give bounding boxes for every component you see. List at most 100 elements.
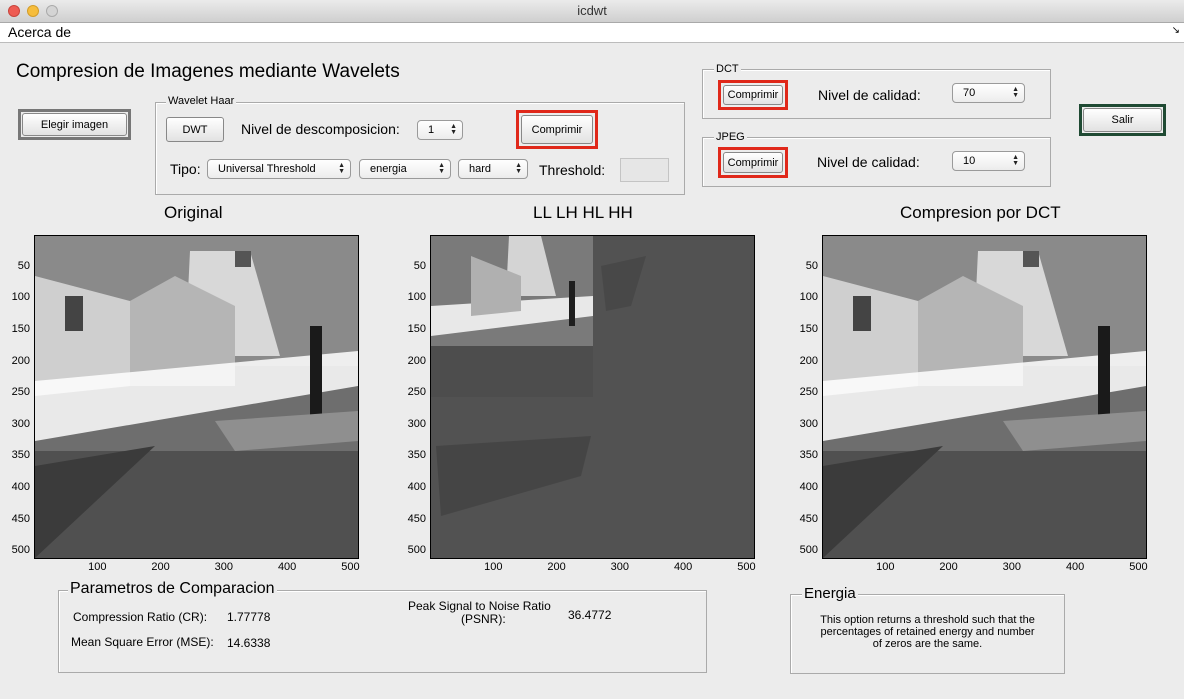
y-tick-label: 150	[407, 322, 426, 335]
salir-button[interactable]: Salir	[1083, 108, 1162, 132]
updown-arrows-icon: ▲ ▼	[450, 123, 457, 136]
y-tick-label: 150	[11, 322, 30, 335]
wavelet-panel-title: Wavelet Haar	[166, 95, 237, 107]
dct-comprimir-button[interactable]: Comprimir	[723, 85, 783, 105]
x-tick-label: 200	[939, 561, 958, 573]
y-tick-label: 50	[413, 259, 426, 272]
x-tick-label: 100	[88, 561, 107, 573]
updown-arrows-icon: ▲ ▼	[1012, 86, 1019, 99]
updown-arrows-icon: ▲ ▼	[338, 162, 345, 175]
y-tick-label: 100	[407, 291, 426, 304]
wavelet-comprimir-frame: Comprimir	[516, 110, 598, 149]
nivel-descomposicion-value: 1	[428, 124, 435, 136]
jpeg-calidad-select[interactable]: 10 ▲ ▼	[952, 151, 1025, 171]
y-tick-label: 150	[799, 322, 818, 335]
jpeg-comprimir-frame: Comprimir	[718, 147, 788, 178]
tipo-value: Universal Threshold	[218, 163, 316, 175]
y-tick-label: 400	[799, 481, 818, 494]
x-tick-label: 400	[1065, 561, 1085, 573]
updown-arrows-icon: ▲ ▼	[1012, 154, 1019, 167]
dct-image	[822, 235, 1147, 559]
x-tick-label: 200	[547, 561, 566, 573]
x-tick-label: 300	[214, 561, 234, 573]
energia-description: This option returns a threshold such tha…	[790, 614, 1065, 650]
y-tick-label: 50	[805, 259, 818, 272]
y-tick-label: 50	[17, 259, 30, 272]
dct-calidad-label: Nivel de calidad:	[818, 87, 921, 103]
y-tick-label: 500	[11, 544, 30, 557]
energia-value: energia	[370, 163, 407, 175]
y-tick-label: 200	[799, 354, 818, 367]
y-tick-label: 350	[799, 449, 818, 462]
threshold-field[interactable]	[620, 158, 669, 182]
menu-overflow-icon[interactable]: ↘	[1172, 25, 1180, 36]
x-tick-label: 100	[876, 561, 895, 573]
nivel-descomposicion-select[interactable]: 1 ▲ ▼	[417, 120, 463, 140]
elegir-imagen-button[interactable]: Elegir imagen	[22, 113, 127, 136]
y-tick-label: 450	[799, 512, 818, 525]
x-tick-label: 300	[610, 561, 630, 573]
original-axes-title: Original	[164, 203, 223, 222]
y-tick-label: 500	[407, 544, 426, 557]
psnr-label-line2: (PSNR):	[461, 612, 506, 626]
dwt-image	[430, 235, 755, 559]
x-tick-label: 500	[1129, 561, 1148, 573]
cr-value: 1.77778	[227, 610, 271, 624]
tipo-select[interactable]: Universal Threshold ▲ ▼	[207, 159, 351, 179]
wavelet-panel	[155, 102, 685, 195]
x-tick-label: 400	[673, 561, 693, 573]
wavelet-comprimir-button[interactable]: Comprimir	[521, 115, 593, 144]
jpeg-calidad-label: Nivel de calidad:	[817, 154, 920, 170]
dwt-button[interactable]: DWT	[166, 117, 224, 142]
y-tick-label: 350	[407, 449, 426, 462]
original-image	[34, 235, 359, 559]
threshold-mode-select[interactable]: hard ▲ ▼	[458, 159, 528, 179]
mse-label: Mean Square Error (MSE):	[71, 635, 214, 649]
wavelet-coefficients-image	[431, 236, 754, 558]
energia-text-line1: This option returns a threshold such tha…	[820, 614, 1035, 626]
menu-acerca-de[interactable]: Acerca de	[8, 24, 71, 40]
updown-arrows-icon: ▲ ▼	[515, 162, 522, 175]
energia-text-line2: percentages of retained energy and numbe…	[820, 626, 1035, 638]
dwt-axes-title: LL LH HL HH	[533, 203, 633, 222]
x-tick-label: 500	[341, 561, 360, 573]
y-tick-label: 250	[799, 386, 818, 399]
y-tick-label: 400	[11, 481, 30, 494]
psnr-label-line1: Peak Signal to Noise Ratio	[408, 599, 551, 613]
jpeg-comprimir-button[interactable]: Comprimir	[723, 152, 783, 173]
y-tick-label: 300	[11, 417, 30, 430]
threshold-label: Threshold:	[539, 162, 606, 178]
y-tick-label: 450	[407, 512, 426, 525]
lighthouse-photo-original	[35, 236, 358, 558]
dct-calidad-value: 70	[963, 87, 976, 99]
y-tick-label: 250	[407, 386, 426, 399]
menu-bar: Acerca de ↘	[0, 23, 1184, 43]
y-tick-label: 100	[799, 291, 818, 304]
jpeg-calidad-value: 10	[963, 155, 976, 167]
y-tick-label: 200	[407, 354, 426, 367]
y-tick-label: 500	[799, 544, 818, 557]
energia-text-line3: of zeros are the same.	[872, 638, 983, 650]
dct-panel-title: DCT	[714, 63, 741, 75]
window-title: icdwt	[577, 3, 607, 18]
elegir-imagen-frame: Elegir imagen	[18, 109, 131, 140]
window-titlebar: icdwt	[0, 0, 1184, 23]
y-tick-label: 200	[11, 354, 30, 367]
x-tick-label: 300	[1002, 561, 1022, 573]
threshold-mode-value: hard	[469, 163, 492, 175]
ll-subband	[431, 236, 593, 397]
salir-frame: Salir	[1079, 104, 1166, 136]
dct-comprimir-frame: Comprimir	[718, 80, 788, 110]
dct-axes-title: Compresion por DCT	[900, 203, 1061, 222]
tipo-label: Tipo:	[170, 161, 201, 177]
dct-calidad-select[interactable]: 70 ▲ ▼	[952, 83, 1025, 103]
energia-panel-title: Energia	[802, 585, 858, 602]
updown-arrows-icon: ▲ ▼	[438, 162, 445, 175]
parametros-panel-title: Parametros de Comparacion	[68, 580, 277, 598]
x-tick-label: 400	[277, 561, 297, 573]
mse-value: 14.6338	[227, 636, 271, 650]
y-tick-label: 300	[799, 417, 818, 430]
energia-select[interactable]: energia ▲ ▼	[359, 159, 451, 179]
jpeg-panel-title: JPEG	[714, 131, 747, 143]
y-tick-label: 450	[11, 512, 30, 525]
